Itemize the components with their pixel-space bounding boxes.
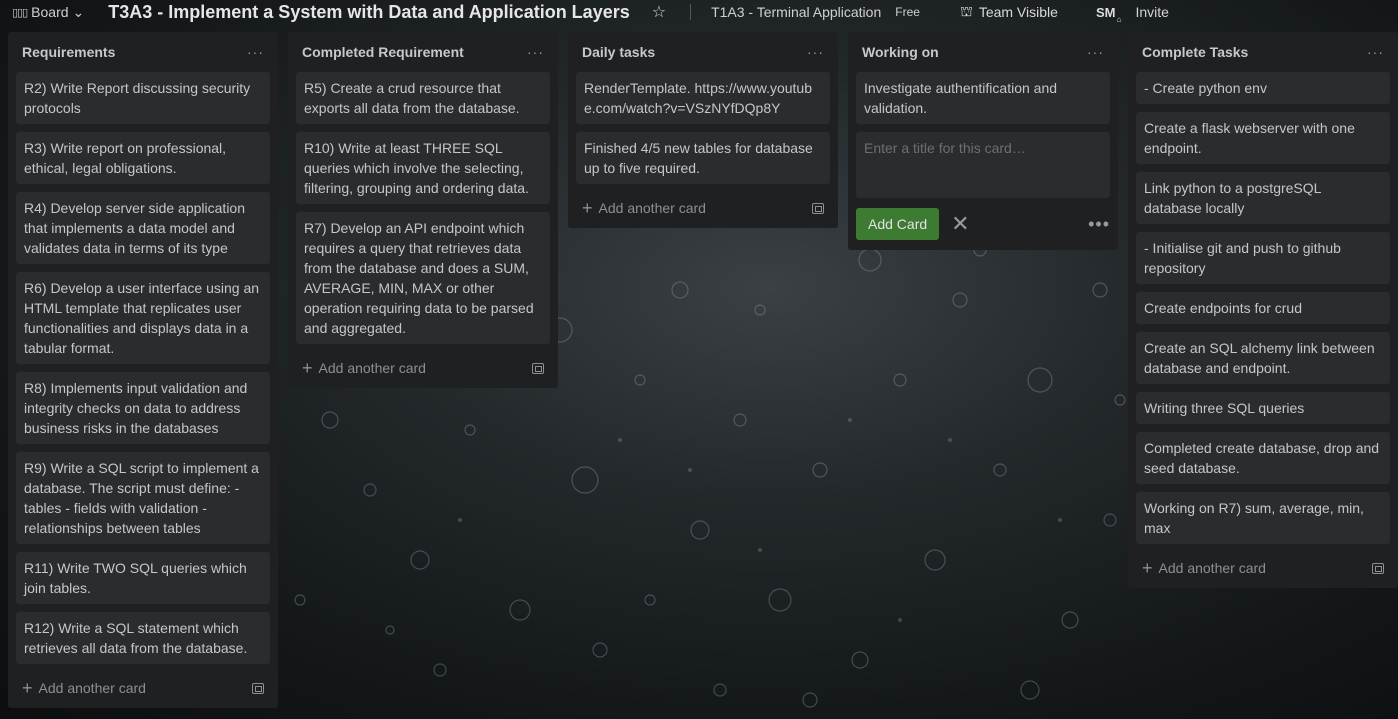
card[interactable]: R10) Write at least THREE SQL queries wh… (296, 132, 550, 204)
list-footer: + Add another card (576, 188, 830, 228)
list-menu-icon[interactable]: ··· (527, 44, 544, 60)
add-card-label: Add another card (1158, 560, 1266, 576)
card[interactable]: - Initialise git and push to github repo… (1136, 232, 1390, 284)
chevron-down-icon: ⌄ (72, 3, 85, 20)
add-card-label: Add another card (38, 680, 146, 696)
card-template-icon[interactable] (252, 682, 264, 694)
card[interactable]: R4) Develop server side application that… (16, 192, 270, 264)
card[interactable]: R7) Develop an API endpoint which requir… (296, 212, 550, 344)
card-title-input[interactable]: Enter a title for this card… (856, 132, 1110, 198)
admin-badge-icon: ⌂ (1116, 14, 1122, 24)
list-menu-icon[interactable]: ··· (1087, 44, 1104, 60)
add-card-submit-button[interactable]: Add Card (856, 208, 940, 240)
card[interactable]: Create an SQL alchemy link between datab… (1136, 332, 1390, 384)
visibility-button[interactable]: ⛫ Team Visible (960, 3, 1058, 22)
more-options-icon[interactable]: ••• (1088, 214, 1110, 235)
add-card-button[interactable]: + Add another card (302, 358, 426, 378)
add-card-button[interactable]: + Add another card (1142, 558, 1266, 578)
card-template-icon[interactable] (812, 202, 824, 214)
board-header: ▯▯▯ Board ⌄ T3A3 - Implement a System wi… (0, 0, 1398, 24)
workspace-button[interactable]: T1A3 - Terminal Application (711, 4, 881, 20)
add-card-label: Add another card (318, 360, 426, 376)
header-divider (690, 4, 692, 20)
add-card-label: Add another card (598, 200, 706, 216)
plus-icon: + (1142, 558, 1153, 578)
card[interactable]: R6) Develop a user interface using an HT… (16, 272, 270, 364)
list-completed-requirement: Completed Requirement ··· R5) Create a c… (288, 32, 558, 388)
list-title[interactable]: Completed Requirement (302, 44, 464, 60)
card[interactable]: R9) Write a SQL script to implement a da… (16, 452, 270, 544)
plus-icon: + (302, 358, 313, 378)
board-icon: ▯▯▯ (12, 6, 28, 19)
plus-icon: + (582, 198, 593, 218)
team-icon: ⛫ (959, 2, 973, 19)
card[interactable]: R11) Write TWO SQL queries which join ta… (16, 552, 270, 604)
board-title[interactable]: T3A3 - Implement a System with Data and … (108, 2, 629, 23)
list-footer: + Add another card (296, 348, 550, 388)
list-title[interactable]: Working on (862, 44, 939, 60)
add-card-button[interactable]: + Add another card (22, 678, 146, 698)
list-header: Working on ··· (856, 32, 1110, 72)
card[interactable]: Writing three SQL queries (1136, 392, 1390, 424)
list-menu-icon[interactable]: ··· (1367, 44, 1384, 60)
invite-button[interactable]: Invite (1135, 4, 1168, 20)
close-icon[interactable]: ✕ (951, 211, 969, 237)
list-title[interactable]: Complete Tasks (1142, 44, 1248, 60)
card[interactable]: Create a flask webserver with one endpoi… (1136, 112, 1390, 164)
list-title[interactable]: Requirements (22, 44, 115, 60)
list-complete-tasks: Complete Tasks ··· - Create python env C… (1128, 32, 1398, 588)
list-working-on: Working on ··· Investigate authentificat… (848, 32, 1118, 250)
list-footer: + Add another card (16, 668, 270, 708)
card[interactable]: Finished 4/5 new tables for database up … (576, 132, 830, 184)
avatar-initials: SM (1095, 4, 1116, 20)
plan-badge: Free (895, 5, 920, 19)
list-header: Daily tasks ··· (576, 32, 830, 72)
list-header: Completed Requirement ··· (296, 32, 550, 72)
board-view-label: Board (31, 4, 69, 20)
card[interactable]: Working on R7) sum, average, min, max (1136, 492, 1390, 544)
list-requirements: Requirements ··· R2) Write Report discus… (8, 32, 278, 708)
card[interactable]: R2) Write Report discussing security pro… (16, 72, 270, 124)
card[interactable]: - Create python env (1136, 72, 1390, 104)
star-icon[interactable]: ☆ (652, 2, 666, 22)
list-title[interactable]: Daily tasks (582, 44, 655, 60)
composer-controls: Add Card ✕ ••• (856, 206, 1110, 242)
board-view-button[interactable]: ▯▯▯ Board ⌄ (12, 4, 84, 21)
card[interactable]: R12) Write a SQL statement which retriev… (16, 612, 270, 664)
card-template-icon[interactable] (532, 362, 544, 374)
avatar[interactable]: SM ⌂ (1095, 4, 1122, 24)
list-menu-icon[interactable]: ··· (247, 44, 264, 60)
card[interactable]: RenderTemplate. https://www.youtube.com/… (576, 72, 830, 124)
plus-icon: + (22, 678, 33, 698)
card[interactable]: Investigate authentification and validat… (856, 72, 1110, 124)
card[interactable]: Create endpoints for crud (1136, 292, 1390, 324)
card[interactable]: R8) Implements input validation and inte… (16, 372, 270, 444)
add-card-button[interactable]: + Add another card (582, 198, 706, 218)
card-template-icon[interactable] (1372, 562, 1384, 574)
card[interactable]: R5) Create a crud resource that exports … (296, 72, 550, 124)
visibility-label: Team Visible (978, 4, 1058, 20)
card[interactable]: Completed create database, drop and seed… (1136, 432, 1390, 484)
list-daily-tasks: Daily tasks ··· RenderTemplate. https://… (568, 32, 838, 228)
card[interactable]: Link python to a postgreSQL database loc… (1136, 172, 1390, 224)
list-header: Complete Tasks ··· (1136, 32, 1390, 72)
list-footer: + Add another card (1136, 548, 1390, 588)
card[interactable]: R3) Write report on professional, ethica… (16, 132, 270, 184)
list-header: Requirements ··· (16, 32, 270, 72)
list-menu-icon[interactable]: ··· (807, 44, 824, 60)
